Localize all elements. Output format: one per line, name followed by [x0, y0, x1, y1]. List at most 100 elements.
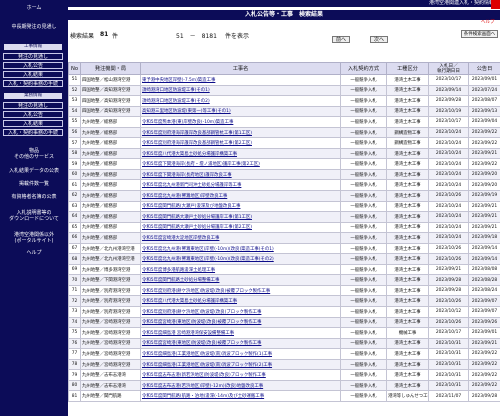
row-agency: 九州地整／総務部: [80, 158, 141, 170]
sidebar-gyomu-notice[interactable]: 入札公告: [3, 111, 63, 118]
sidebar-chubu-outlook-link[interactable]: 中長期発注の見通し: [0, 24, 68, 30]
row-agency: 九州地整／総務部: [80, 179, 141, 191]
result-count: 81: [100, 31, 109, 38]
sidebar-koji-notice[interactable]: 入札公告: [3, 62, 63, 69]
row-work-name[interactable]: 令和5年度関門航路土砂処分場整備工事: [140, 274, 341, 286]
row-work-name[interactable]: 令和5年度別府港海岸護岸改良基部鋼管杭工事(第2工区): [140, 137, 341, 149]
row-no: 55: [68, 116, 81, 128]
row-work-name[interactable]: 令和5年度関門航路(大瀬戸)浚渫及び地盤改良工事: [140, 200, 341, 213]
row-work-name[interactable]: 令和5年度別府港海岸護岸改良基部鋼管杭工事(第1工区): [140, 126, 341, 139]
row-agency: 九州地整／宮崎港湾空港: [80, 337, 141, 350]
row-agency: 九州地整／別府港湾空港: [80, 306, 141, 318]
row-work-name[interactable]: 令和5年度細島港(工業港地区)防波堤(南)消波ブロック製作(1)工事: [140, 348, 341, 360]
sidebar-gyomu-outlook[interactable]: 発注の見通し: [3, 102, 63, 109]
row-work-type: 港湾土木工事: [386, 105, 429, 118]
row-bid-date: 2023/09/21: [428, 263, 469, 276]
row-no: 74: [68, 316, 81, 329]
row-agency: 九州地整／志布志港湾: [80, 369, 141, 381]
site-title: 港湾空港関連入札・契約情報: [428, 0, 494, 6]
row-bid-date: 2023/10/31: [428, 358, 469, 371]
row-bid-date: 2023/10/31: [428, 348, 469, 360]
row-method: 一般競争入札: [340, 158, 387, 170]
sidebar-koji-result[interactable]: 入札結果: [3, 71, 63, 78]
row-work-name[interactable]: 令和5年度宮崎港大淀地区岸壁改良工事: [140, 232, 341, 244]
help-note[interactable]: へルプ: [481, 19, 495, 25]
row-work-name[interactable]: 令和5年度北九州港新門司沖土砂処分場護岸等工事: [140, 179, 341, 191]
row-notice-date: 2023/09/21: [468, 200, 500, 213]
row-work-name[interactable]: 令和5年度宮崎港(東地区)防波堤(改良)被覆ブロック製作工事: [140, 337, 341, 350]
row-no: 66: [68, 232, 81, 244]
row-method: 一般競争入札: [340, 126, 387, 139]
table-row: 57 九州地整／総務部 令和5年度別府港海岸護岸改良基部鋼管杭工事(第2工区) 一般競…: [68, 137, 500, 149]
row-work-name[interactable]: 令和5年度北九州港(響灘東地区)岸壁(-10m)(改良)築造工事(その2): [140, 253, 341, 265]
row-work-name[interactable]: 令和5年度宮崎港(東地区)防波堤(改良)被覆ブロック製作工事: [140, 316, 341, 329]
row-method: 一般競争入札: [340, 74, 387, 86]
row-work-name[interactable]: 令和5年度下関港海岸(長府地区)護岸改良工事: [140, 168, 341, 181]
row-work-name[interactable]: 令和5年度博多港航路浚渫土処理工事: [140, 263, 341, 276]
row-work-name[interactable]: 令和5年度関門航路大瀬戸土砂処分場護岸工事(第1工区): [140, 211, 341, 223]
row-method: 一般競争入札: [340, 221, 387, 234]
sidebar-qualified-list-link[interactable]: 有資格者名簿の公表: [0, 194, 68, 200]
row-work-name[interactable]: 令和5年度下関港海岸(長府・壇ノ浦地区)護岸工事(第2工区): [140, 158, 341, 170]
table-row: 78 九州地整／宮崎港湾空港 令和5年度細島港(工業港地区)防波堤(南)消波ブロック…: [68, 358, 500, 371]
row-notice-date: 2023/09/21: [468, 221, 500, 234]
row-work-name[interactable]: 令和5年度八代港大築島土砂処分場護岸構築工事: [140, 147, 341, 160]
row-work-name[interactable]: 高知港三里地区防波堤(東第一)等工事(その1): [140, 105, 341, 118]
table-row: 65 九州地整／総務部 令和5年度関門航路大瀬戸土砂処分場護岸工事(第2工区) 一般競…: [68, 221, 500, 234]
header-work-name: 工事名: [140, 62, 341, 75]
table-row: 69 九州地整／博多港湾空港 令和5年度博多港航路浚渫土処理工事 一般競争入札 港湾土木…: [68, 263, 500, 276]
row-work-name[interactable]: 令和5年度細島港(工業港地区)防波堤(南)消波ブロック製作(2)工事: [140, 358, 341, 371]
row-work-name[interactable]: 令和5年度八代港大築島土砂処分場護岸構築工事: [140, 295, 341, 308]
sidebar-home-link[interactable]: ホーム: [0, 5, 68, 11]
sidebar-portal-link[interactable]: 港湾空港関係以外 (ポータルサイト): [0, 232, 68, 244]
row-work-name[interactable]: 須崎港湾口地区防波堤工事(その1): [140, 84, 341, 97]
row-agency: 九州地整／宮崎港湾空港: [80, 358, 141, 371]
row-agency: 四国地整／松山港湾空港: [80, 74, 141, 86]
row-no: 62: [68, 190, 81, 202]
row-no: 68: [68, 253, 81, 265]
row-bid-date: 2023/10/31: [428, 369, 469, 381]
condition-search-button[interactable]: 条件検索画面へ: [461, 30, 498, 38]
table-row: 61 九州地整／総務部 令和5年度北九州港新門司沖土砂処分場護岸等工事 一般競争入札港…: [68, 179, 500, 191]
row-work-name[interactable]: 令和5年度関門航路大瀬戸土砂処分場護岸工事(第2工区): [140, 221, 341, 234]
next-button[interactable]: 次へ: [370, 36, 388, 43]
row-work-name[interactable]: 令和5年度細島港 宮崎港港湾保安設備整備工事: [140, 327, 341, 339]
row-work-name[interactable]: 東予港中央地区岸壁(-7.5m)築造工事: [140, 74, 341, 86]
row-work-name[interactable]: 令和5年度北九州港(響灘地区)岸壁改良工事: [140, 190, 341, 202]
sidebar-koji-outlook[interactable]: 発注の見通し: [3, 53, 63, 60]
row-bid-date: 2023/10/24: [428, 137, 469, 149]
sidebar-gyomu-result[interactable]: 入札結果: [3, 120, 63, 127]
row-no: 58: [68, 147, 81, 160]
table-row: 71 九州地整／別府港湾空港 令和5年度別府港(餅ケ浜地区)防波堤(改良)被覆ブロッ…: [68, 284, 500, 297]
sidebar-result-data-link[interactable]: 入札結果データの公表: [0, 168, 68, 174]
sidebar-gyomu-procedure[interactable]: 入札・契約事務の手続: [3, 129, 63, 136]
sidebar-koji-procedure[interactable]: 入札・契約事務の手続: [3, 80, 63, 87]
row-work-name[interactable]: 令和5年度熊本港(東)岸壁改良(-10m)築造工事: [140, 116, 341, 128]
row-work-type: 港湾土木工事: [386, 190, 429, 202]
row-notice-date: 2023/09/01: [468, 327, 500, 339]
row-notice-date: 2023/09/22: [468, 126, 500, 139]
row-work-name[interactable]: 須崎港湾口地区防波堤工事(その2): [140, 95, 341, 107]
row-no: 53: [68, 95, 81, 107]
row-work-type: 港湾土木工事: [386, 263, 429, 276]
table-row: 72 九州地整／別府港湾空港 令和5年度八代港大築島土砂処分場護岸構築工事 一般競争入…: [68, 295, 500, 308]
row-notice-date: 2023/08/28: [468, 274, 500, 286]
row-method: 一般競争入札: [340, 95, 387, 107]
row-work-name[interactable]: 令和5年度関門航路(航路・泊地)浚渫(-14m)及び土砂運搬工事: [140, 390, 341, 402]
row-notice-date: 2023/08/07: [468, 95, 500, 107]
row-work-name[interactable]: 令和5年度別府港(餅ケ浜地区)防波堤(改良)被覆ブロック製作工事: [140, 284, 341, 297]
table-row: 58 九州地整／総務部 令和5年度八代港大築島土砂処分場護岸構築工事 一般競争入札 港湾…: [68, 147, 500, 160]
sidebar-count-list-link[interactable]: 掲載件数一覧: [0, 181, 68, 187]
row-work-type: 港湾土木工事: [386, 337, 429, 350]
row-no: 59: [68, 158, 81, 170]
sidebar-download-link[interactable]: 入札説明書等の ダウンロードについて: [0, 210, 68, 222]
table-row: 76 九州地整／宮崎港湾空港 令和5年度宮崎港(東地区)防波堤(改良)被覆ブロック製…: [68, 337, 500, 350]
sidebar-help-link[interactable]: ヘルプ: [0, 250, 68, 256]
row-work-name[interactable]: 令和5年度別府港(餅ケ浜地区)防波堤(改良)ブロック製作工事: [140, 306, 341, 318]
sidebar-goods-link[interactable]: 物品 その他のサービス: [0, 148, 68, 160]
row-agency: 九州地整／宮崎港湾空港: [80, 316, 141, 329]
row-work-name[interactable]: 令和5年度志布志港(新若浜地区)防波堤(改良)ブロック製作工事: [140, 369, 341, 381]
row-work-name[interactable]: 令和5年度志布志港(若浜地区)岸壁(-12m)(改良)地盤改良工事: [140, 379, 341, 392]
prev-button[interactable]: 前へ: [332, 36, 350, 43]
row-work-name[interactable]: 令和5年度北九州港(響灘東地区)岸壁(-10m)(改良)築造工事(その1): [140, 242, 341, 255]
